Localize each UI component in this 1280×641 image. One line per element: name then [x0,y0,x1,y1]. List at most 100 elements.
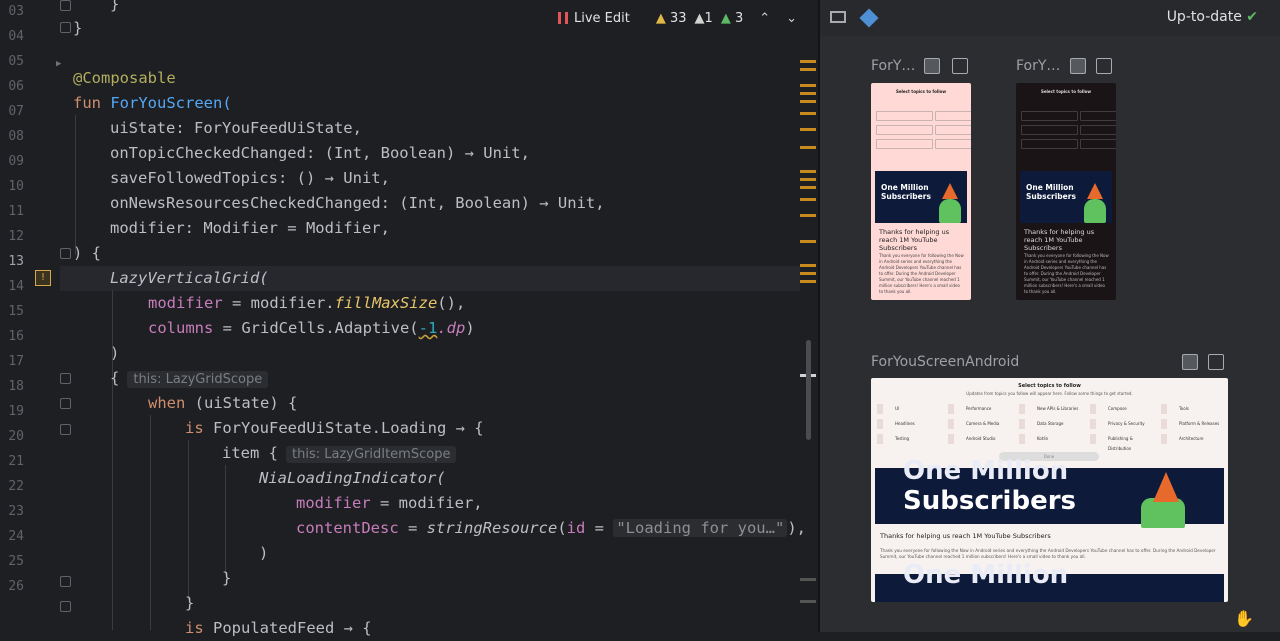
code-line-124: ) [259,544,269,562]
next-highlight-icon[interactable]: ⌄ [786,11,797,26]
code-line-103: } [110,0,120,13]
preview-status: Up-to-date ✔ [1166,9,1258,25]
line-number: 09 [8,154,24,169]
line-number: 05 [8,54,24,69]
topic-chip[interactable]: Data Storage [1019,419,1083,429]
code-line-116: ) [110,344,120,362]
interactive-mode-icon[interactable] [1070,58,1086,74]
line-number: 16 [8,329,24,344]
line-number: 10 [8,179,24,194]
topic-chip[interactable]: Testing [877,434,941,444]
line-number: 24 [8,529,24,544]
fold-icon[interactable] [60,424,71,435]
banner-image: One Million Subscribers [875,171,967,223]
code-line-118: when (uiState) { [148,394,298,412]
banner-image: One Million Subscribers [1020,171,1112,223]
topic-chip[interactable]: Tools [1161,404,1225,414]
fold-icon[interactable] [60,22,71,33]
preview2-phone[interactable]: Select topics to follow One Million Subs… [1016,83,1116,300]
code-line-108: onTopicCheckedChanged: (Int, Boolean) → … [110,144,530,162]
code-line-111: modifier: Modifier = Modifier, [110,219,390,237]
line-number: 15 [8,304,24,319]
preview2-title[interactable]: ForY… [1016,58,1060,74]
indent-guide [150,415,151,630]
warning-marker-icon[interactable]: ! [35,270,51,286]
fold-icon[interactable] [60,576,71,587]
pause-icon [558,12,568,24]
code-editor[interactable]: 03 04 05 06 07 08 09 10 11 12 13 14 15 16 17 18 19 20 21 22… [0,0,818,637]
weak-warning-icon: ▲ [694,10,705,26]
code-line-105: @Composable [73,69,176,87]
line-number: 23 [8,504,24,519]
deploy-to-device-icon[interactable] [1096,58,1112,74]
topic-chip[interactable]: Performance [948,404,1012,414]
code-line-127: is PopulatedFeed → { [185,619,372,637]
line-number: 11 [8,204,24,219]
code-line-104: } [73,19,83,37]
split-view-icon[interactable] [830,11,846,23]
indent-guide [188,440,189,600]
editor-scrollbar[interactable] [806,340,811,440]
indent-guide [225,465,226,575]
code-line-122: modifier = modifier, [296,494,483,512]
code-line-125: } [222,569,232,587]
line-number: 06 [8,79,24,94]
code-line-110: onNewsResourcesCheckedChanged: (Int, Boo… [110,194,605,212]
code-line-121: NiaLoadingIndicator( [259,469,446,487]
code-line-115: columns = GridCells.Adaptive(-1.dp) [148,319,475,337]
topic-chip[interactable]: Compose [1090,404,1154,414]
topic-chip[interactable]: Platform & Releases [1161,419,1225,429]
line-number: 04 [8,29,24,44]
line-number: 20 [8,429,24,444]
weak-warnings-counter[interactable]: ▲1 [695,11,713,26]
topic-chip[interactable]: Architecture [1161,434,1225,444]
line-number: 25 [8,554,24,569]
deploy-to-device-icon[interactable] [1208,354,1224,370]
code-line-119: is ForYouFeedUiState.Loading → { [185,419,484,437]
run-gutter-icon[interactable]: ▶ [56,59,61,69]
editor-toolbar: Live Edit ▲ 33 ▲1 ▲ 3 ⌃ ⌄ [540,0,797,36]
deploy-to-device-icon[interactable] [952,58,968,74]
code-line-107: uiState: ForYouFeedUiState, [110,119,362,137]
topic-chip[interactable]: Camera & Media [948,419,1012,429]
topic-chip[interactable]: Publishing & Distribution [1090,434,1154,451]
line-number: 03 [8,4,24,19]
pan-hand-icon[interactable]: ✋ [1234,609,1254,628]
code-line-120: item {this: LazyGridItemScope [222,441,457,466]
line-number: 13 [8,254,24,269]
compose-preview-panel: Up-to-date ✔ ForY… ForY… Select topics t… [820,0,1280,632]
topic-chip[interactable]: Privacy & Security [1090,419,1154,429]
live-edit-button[interactable]: Live Edit [558,11,630,26]
fold-icon[interactable] [60,398,71,409]
inlay-hint: this: LazyGridScope [127,371,269,388]
topic-chip[interactable]: Android Studio [948,434,1012,444]
checkmark-icon: ✔ [1246,9,1258,25]
typos-counter[interactable]: ▲ 3 [721,11,743,26]
banner-image: One Million [875,560,1224,602]
fold-icon[interactable] [60,248,71,259]
fold-icon[interactable] [60,601,71,612]
fold-icon[interactable] [60,373,71,384]
layers-icon[interactable] [859,8,879,28]
line-number: 12 [8,229,24,244]
line-number: 22 [8,479,24,494]
topic-chip[interactable]: UI [877,404,941,414]
preview1-phone[interactable]: Select topics to follow One Million Subs… [871,83,971,300]
preview1-title[interactable]: ForY… [871,58,915,74]
topic-chip[interactable]: Headlines [877,419,941,429]
topic-chip[interactable]: New APIs & Libraries [1019,404,1083,414]
code-line-123: contentDesc = stringResource(id = "Loadi… [296,519,806,537]
warnings-counter[interactable]: ▲ 33 [656,11,687,26]
preview3-tablet[interactable]: Select topics to follow Updates from top… [871,378,1228,602]
code-line-106: fun ForYouScreen( [73,94,232,112]
preview3-title[interactable]: ForYouScreenAndroid [871,354,1019,370]
topic-chip[interactable]: Kotlin [1019,434,1083,444]
banner-image: One Million Subscribers [875,456,1224,528]
interactive-mode-icon[interactable] [1182,354,1198,370]
line-number: 18 [8,379,24,394]
prev-highlight-icon[interactable]: ⌃ [759,11,770,26]
fold-icon[interactable] [60,0,71,11]
code-line-109: saveFollowedTopics: () → Unit, [110,169,390,187]
interactive-mode-icon[interactable] [924,58,940,74]
line-number: 07 [8,104,24,119]
